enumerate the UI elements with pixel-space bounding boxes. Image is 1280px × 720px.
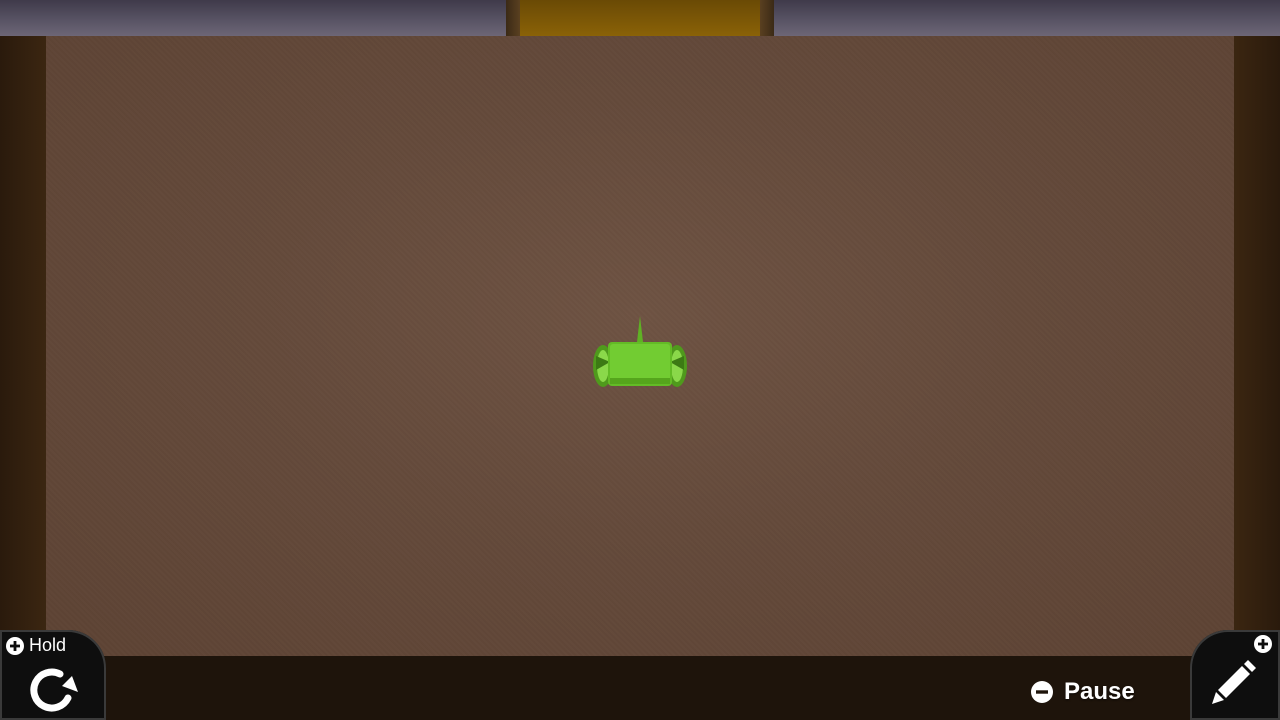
game-scene: Hold Pause <box>0 0 1280 720</box>
exit-gap <box>518 0 762 36</box>
minus-circle-icon[interactable] <box>1031 681 1053 703</box>
rotate-clockwise-icon <box>30 668 78 712</box>
far-wall-left <box>0 0 518 36</box>
left-wall <box>0 0 46 660</box>
gap-edge-right <box>760 0 774 36</box>
hold-label: Hold <box>29 635 67 655</box>
plus-circle-icon <box>1254 635 1272 653</box>
gap-edge-left <box>506 0 520 36</box>
right-wall <box>1234 0 1280 660</box>
pause-label[interactable]: Pause <box>1064 677 1135 707</box>
player-vehicle <box>590 312 690 392</box>
vehicle-sprite <box>593 316 687 387</box>
pencil-icon <box>1212 660 1256 704</box>
plus-circle-icon <box>6 637 24 655</box>
far-wall-right <box>762 0 1280 36</box>
